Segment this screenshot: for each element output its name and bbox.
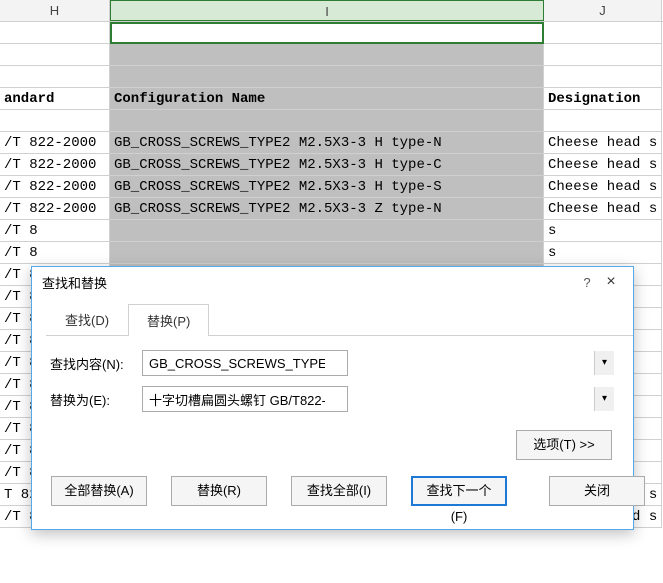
tab-replace[interactable]: 替换(P) (128, 304, 209, 336)
cell[interactable]: s (544, 220, 662, 242)
close-icon[interactable]: × (599, 273, 623, 291)
dialog-close-button[interactable]: 关闭 (549, 476, 645, 506)
cell[interactable]: . (0, 44, 110, 66)
cell[interactable]: /T 822-2000 (0, 132, 110, 154)
table-row: /T 8 s (0, 220, 663, 242)
cell[interactable]: GB_CROSS_SCREWS_TYPE2 M2.5X3-3 Z type-N (110, 198, 544, 220)
cell[interactable]: GB_CROSS_SCREWS_TYPE2 M2.5X3-3 H type-N (110, 132, 544, 154)
cell[interactable]: . (544, 110, 662, 132)
cell[interactable] (110, 220, 544, 242)
cell[interactable]: . (110, 110, 544, 132)
replace-input[interactable] (142, 386, 348, 412)
table-row: /T 822-2000GB_CROSS_SCREWS_TYPE2 M2.5X3-… (0, 198, 663, 220)
table-row: . . . (0, 44, 663, 66)
cell[interactable]: GB_CROSS_SCREWS_TYPE2 M2.5X3-3 H type-C (110, 154, 544, 176)
dialog-tabs: 查找(D) 替换(P) (46, 303, 633, 336)
table-row: /T 822-2000GB_CROSS_SCREWS_TYPE2 M2.5X3-… (0, 176, 663, 198)
dialog-title: 查找和替换 (42, 273, 575, 292)
chevron-down-icon[interactable]: ▾ (594, 351, 614, 375)
find-next-button[interactable]: 查找下一个(F) (411, 476, 507, 506)
col-title-designation[interactable]: Designation (544, 88, 662, 110)
col-header-h[interactable]: H (0, 0, 110, 21)
cell[interactable]: /T 822-2000 (0, 198, 110, 220)
tab-find[interactable]: 查找(D) (46, 303, 128, 335)
replace-label: 替换为(E): (50, 390, 142, 409)
cell[interactable]: /T 8 (0, 242, 110, 264)
table-row: /T 822-2000GB_CROSS_SCREWS_TYPE2 M2.5X3-… (0, 132, 663, 154)
col-header-i[interactable]: I (110, 0, 544, 21)
table-row: /T 822-2000GB_CROSS_SCREWS_TYPE2 M2.5X3-… (0, 154, 663, 176)
dialog-form: 查找内容(N): ▾ 替换为(E): ▾ (32, 336, 633, 430)
cell[interactable] (0, 22, 110, 44)
cell[interactable]: Cheese head s (544, 132, 662, 154)
table-row: . . . (0, 66, 663, 88)
cell[interactable]: Cheese head s (544, 176, 662, 198)
replace-all-button[interactable]: 全部替换(A) (51, 476, 147, 506)
dialog-titlebar[interactable]: 查找和替换 ? × (32, 267, 633, 297)
cell[interactable]: . (110, 44, 544, 66)
cell[interactable]: /T 822-2000 (0, 154, 110, 176)
cell[interactable] (110, 242, 544, 264)
find-replace-dialog: 查找和替换 ? × 查找(D) 替换(P) 查找内容(N): ▾ 替换为(E):… (31, 266, 634, 530)
cell[interactable]: . (0, 66, 110, 88)
column-headers: H I J (0, 0, 663, 22)
cell[interactable]: /T 822-2000 (0, 176, 110, 198)
options-button[interactable]: 选项(T) >> (516, 430, 612, 460)
cell[interactable]: . (0, 110, 110, 132)
active-cell[interactable] (110, 22, 544, 44)
col-header-j[interactable]: J (544, 0, 662, 21)
cell[interactable]: s (544, 242, 662, 264)
col-title-standard[interactable]: andard (0, 88, 110, 110)
cell[interactable]: . (544, 66, 662, 88)
chevron-down-icon[interactable]: ▾ (594, 387, 614, 411)
cell[interactable]: /T 8 (0, 220, 110, 242)
table-header-row: andard Configuration Name Designation (0, 88, 663, 110)
help-icon[interactable]: ? (575, 275, 599, 290)
cell[interactable]: Cheese head s (544, 154, 662, 176)
cell[interactable]: Cheese head s (544, 198, 662, 220)
replace-button[interactable]: 替换(R) (171, 476, 267, 506)
cell[interactable] (544, 22, 662, 44)
table-row: . . . (0, 110, 663, 132)
find-all-button[interactable]: 查找全部(I) (291, 476, 387, 506)
find-input[interactable] (142, 350, 348, 376)
table-row: /T 8 s (0, 242, 663, 264)
table-row (0, 22, 663, 44)
find-label: 查找内容(N): (50, 354, 142, 373)
cell[interactable]: GB_CROSS_SCREWS_TYPE2 M2.5X3-3 H type-S (110, 176, 544, 198)
col-title-config-name[interactable]: Configuration Name (110, 88, 544, 110)
cell[interactable]: . (544, 44, 662, 66)
cell[interactable]: . (110, 66, 544, 88)
